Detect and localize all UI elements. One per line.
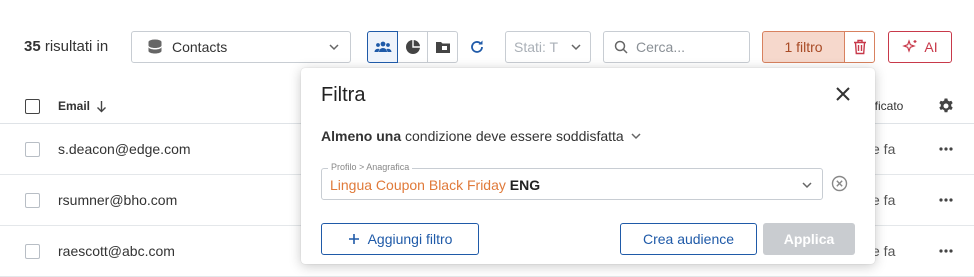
view-chart-button[interactable] xyxy=(397,31,428,63)
add-filter-button[interactable]: Aggiungi filtro xyxy=(321,223,479,255)
row-checkbox[interactable] xyxy=(25,244,40,259)
row-checkbox[interactable] xyxy=(25,193,40,208)
add-filter-label: Aggiungi filtro xyxy=(367,231,453,247)
source-select[interactable]: Contacts xyxy=(131,31,351,63)
plus-icon xyxy=(348,234,359,244)
apply-button[interactable]: Applica xyxy=(763,223,855,255)
refresh-icon[interactable] xyxy=(467,37,487,57)
row-checkbox[interactable] xyxy=(25,142,40,157)
view-contacts-button[interactable] xyxy=(367,31,398,63)
column-header-email[interactable]: Email xyxy=(58,99,107,113)
search-input[interactable] xyxy=(636,39,736,55)
more-options-icon[interactable] xyxy=(938,141,954,157)
filter-dialog: Filtra Almeno una condizione deve essere… xyxy=(301,68,875,264)
ai-button-label: AI xyxy=(924,39,938,55)
condition-mode-select[interactable]: Almeno una condizione deve essere soddis… xyxy=(321,128,642,144)
column-header-modified[interactable]: ificato xyxy=(872,99,903,113)
row-email: s.deacon@edge.com xyxy=(58,141,191,157)
chevron-down-icon xyxy=(571,44,581,51)
more-options-icon[interactable] xyxy=(938,243,954,259)
states-select[interactable]: Stati: T xyxy=(505,31,591,63)
condition-mode-label: Almeno una condizione deve essere soddis… xyxy=(321,128,624,144)
select-all-checkbox[interactable] xyxy=(25,99,40,114)
search-box xyxy=(603,31,750,63)
row-modified: e fa xyxy=(872,141,896,157)
chevron-down-icon xyxy=(631,133,641,140)
pie-chart-icon xyxy=(405,40,420,54)
close-icon[interactable] xyxy=(833,84,853,104)
create-audience-button[interactable]: Crea audience xyxy=(620,223,757,255)
result-count: 35 risultati in xyxy=(24,38,109,55)
filter-field-value: Lingua Coupon Black Friday ENG xyxy=(330,177,541,193)
row-modified: e fa xyxy=(872,192,896,208)
filter-condition-field[interactable]: Profilo > Anagrafica Lingua Coupon Black… xyxy=(321,162,823,200)
more-options-icon[interactable] xyxy=(938,192,954,208)
view-folder-button[interactable] xyxy=(427,31,458,63)
chevron-down-icon xyxy=(802,182,812,189)
ai-button[interactable]: AI xyxy=(888,31,952,63)
states-select-placeholder: Stati: T xyxy=(514,39,559,55)
clear-filters-button[interactable] xyxy=(844,31,875,63)
database-icon xyxy=(148,39,162,54)
view-toggle-group xyxy=(367,31,458,63)
search-icon xyxy=(614,40,628,54)
row-email: rsumner@bho.com xyxy=(58,192,178,208)
sparkle-icon xyxy=(902,39,917,53)
row-email: raescott@abc.com xyxy=(58,243,175,259)
folder-icon xyxy=(435,42,450,53)
filter-button[interactable]: 1 filtro xyxy=(762,31,845,63)
arrow-down-icon xyxy=(97,100,107,112)
gear-icon[interactable] xyxy=(937,97,955,115)
remove-condition-icon[interactable] xyxy=(831,175,848,192)
trash-icon xyxy=(853,39,866,55)
dialog-title: Filtra xyxy=(321,84,366,106)
column-header-email-label: Email xyxy=(58,99,91,113)
chevron-down-icon xyxy=(329,44,339,51)
filter-field-label: Profilo > Anagrafica xyxy=(328,162,413,172)
row-modified: e fa xyxy=(872,243,896,259)
source-select-label: Contacts xyxy=(172,39,228,55)
users-icon xyxy=(374,41,391,52)
